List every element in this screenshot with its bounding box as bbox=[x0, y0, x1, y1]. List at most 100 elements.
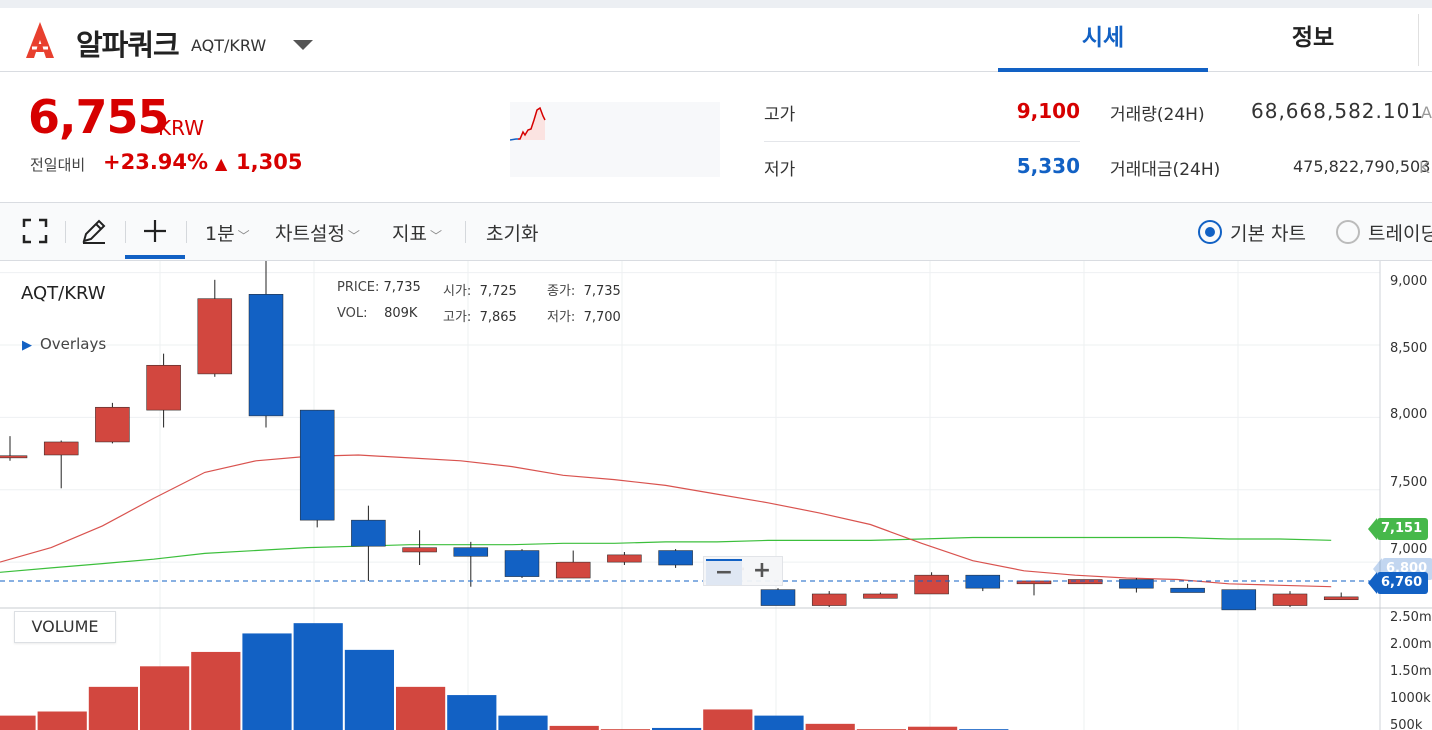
volume-tick: 1.50m bbox=[1390, 664, 1432, 679]
tradingview-radio[interactable] bbox=[1336, 220, 1360, 244]
volume-tick: 500k bbox=[1390, 718, 1423, 730]
candle-body bbox=[1067, 579, 1103, 585]
volume-bar bbox=[37, 711, 87, 730]
legend-close: 종가: 7,735 bbox=[547, 284, 621, 299]
change-amount: 1,305 bbox=[236, 150, 303, 174]
candle-body bbox=[43, 441, 79, 456]
candle-body bbox=[914, 574, 949, 595]
reset-button[interactable]: 초기화 bbox=[486, 219, 538, 246]
price-tick: 7,500 bbox=[1390, 475, 1428, 490]
volume-bar bbox=[447, 695, 497, 730]
coin-pair: AQT/KRW bbox=[191, 36, 267, 55]
price-unit: KRW bbox=[158, 116, 204, 140]
volume-bar bbox=[396, 686, 446, 730]
current-price: 6,755 bbox=[28, 90, 170, 144]
volume-bar bbox=[805, 723, 855, 730]
candle-body bbox=[504, 550, 540, 577]
chart-pair-label: AQT/KRW bbox=[21, 283, 106, 304]
stat-separator bbox=[764, 141, 1080, 142]
low-value: 5,330 bbox=[1016, 154, 1080, 178]
high-label: 고가 bbox=[764, 105, 796, 125]
trade-amount-24h-label: 거래대금(24H) bbox=[1110, 160, 1221, 180]
volume-tick: 2.00m bbox=[1390, 637, 1432, 652]
candle-body bbox=[197, 298, 233, 375]
chevron-down-icon: ﹀ bbox=[347, 229, 360, 243]
legend-volume: VOL: 809K bbox=[337, 306, 418, 321]
toolbar-divider bbox=[65, 221, 66, 243]
chart-toolbar: 1분 ﹀ 차트설정 ﹀ 지표 ﹀ 초기화 기본 차트 트레이딩 bbox=[0, 203, 1432, 261]
chevron-down-icon: ﹀ bbox=[429, 229, 442, 243]
chart-settings-dropdown[interactable]: 차트설정 ﹀ bbox=[275, 219, 360, 246]
price-summary: 6,755 KRW 전일대비 +23.94% ▲ 1,305 고가 9,100 … bbox=[0, 72, 1432, 203]
header: 알파쿼크 AQT/KRW 시세 정보 bbox=[0, 8, 1432, 72]
zoom-control: − + bbox=[703, 556, 783, 586]
active-tool-indicator bbox=[125, 255, 185, 259]
volume-bar bbox=[0, 715, 36, 730]
candle-body bbox=[863, 593, 898, 599]
candle-body bbox=[0, 455, 28, 459]
volume-bar bbox=[344, 649, 394, 730]
coin-dropdown-icon[interactable] bbox=[293, 40, 313, 50]
basic-chart-radio[interactable] bbox=[1198, 220, 1222, 244]
zoom-out-button[interactable]: − bbox=[706, 559, 742, 585]
basic-chart-label[interactable]: 기본 차트 bbox=[1230, 219, 1306, 246]
fullscreen-icon[interactable] bbox=[21, 217, 49, 245]
legend-price: PRICE: 7,735 bbox=[337, 280, 421, 295]
last-price-tag: 6,760 bbox=[1367, 572, 1429, 594]
change-rate: +23.94% bbox=[103, 150, 209, 174]
candle-body bbox=[760, 589, 796, 606]
trade-amount-24h-value: 475,822,790,503 bbox=[1293, 157, 1431, 176]
volume-bar bbox=[242, 633, 292, 730]
chevron-down-icon: ﹀ bbox=[237, 229, 250, 243]
zoom-in-button[interactable]: + bbox=[744, 559, 780, 585]
volume-bar bbox=[140, 666, 190, 730]
price-chart-area[interactable]: AQT/KRW ▶ Overlays PRICE: 7,735 시가: 7,725… bbox=[0, 261, 1432, 730]
interval-dropdown[interactable]: 1분 ﹀ bbox=[205, 219, 250, 246]
candle-body bbox=[1272, 593, 1308, 606]
toolbar-divider bbox=[125, 221, 126, 243]
indicators-dropdown[interactable]: 지표 ﹀ bbox=[392, 219, 442, 246]
candle-body bbox=[95, 406, 130, 443]
candle-body bbox=[965, 574, 1001, 589]
tab-price[interactable]: 시세 bbox=[998, 8, 1208, 72]
crosshair-icon[interactable] bbox=[141, 217, 169, 245]
coin-name: 알파쿼크 bbox=[76, 28, 180, 62]
pencil-icon[interactable] bbox=[80, 217, 108, 245]
change-label: 전일대비 bbox=[30, 156, 86, 174]
candle-body bbox=[1170, 587, 1205, 593]
candle-body bbox=[1323, 596, 1359, 601]
candle-body bbox=[402, 547, 437, 553]
alphaquark-logo-icon bbox=[26, 22, 54, 58]
volume-24h-value: 68,668,582.101 bbox=[1251, 99, 1425, 123]
candle-body bbox=[248, 294, 284, 417]
volume-bar bbox=[754, 715, 804, 730]
legend-high: 고가: 7,865 bbox=[443, 310, 517, 325]
volume-bar bbox=[703, 709, 753, 730]
candle-body bbox=[1221, 589, 1257, 611]
tab-info[interactable]: 정보 bbox=[1208, 8, 1418, 72]
candle-body bbox=[453, 547, 489, 557]
volume-bar bbox=[88, 686, 138, 730]
mini-price-chart bbox=[510, 102, 720, 177]
trade-amount-24h-unit: K bbox=[1419, 158, 1430, 177]
price-tick: 8,500 bbox=[1390, 341, 1428, 356]
tab-divider bbox=[1418, 14, 1419, 66]
volume-24h-unit: A bbox=[1421, 103, 1432, 122]
volume-tick: 1000k bbox=[1390, 691, 1431, 706]
legend-open: 시가: 7,725 bbox=[443, 284, 517, 299]
tradingview-label[interactable]: 트레이딩 bbox=[1368, 219, 1432, 246]
volume-bar bbox=[549, 725, 599, 730]
overlays-toggle[interactable]: ▶ Overlays bbox=[22, 335, 106, 353]
volume-bar bbox=[293, 623, 343, 730]
candle-body bbox=[351, 519, 386, 547]
play-triangle-icon: ▶ bbox=[22, 338, 32, 353]
high-value: 9,100 bbox=[1016, 99, 1080, 123]
volume-tick: 2.50m bbox=[1390, 610, 1432, 625]
toolbar-divider bbox=[465, 221, 466, 243]
candlestick-chart[interactable] bbox=[0, 261, 1432, 730]
top-strip bbox=[0, 0, 1432, 8]
legend-low: 저가: 7,700 bbox=[547, 310, 621, 325]
low-label: 저가 bbox=[764, 160, 796, 180]
ma-red-line bbox=[0, 454, 1332, 588]
toolbar-divider bbox=[186, 221, 187, 243]
